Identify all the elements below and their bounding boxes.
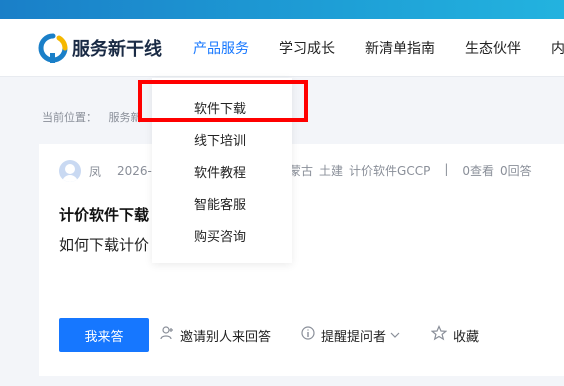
- menu-item-software-tutorial[interactable]: 软件教程: [194, 162, 246, 181]
- invite-answer-button[interactable]: 邀请别人来回答: [160, 326, 272, 345]
- tag-region[interactable]: 蒙古: [289, 162, 313, 179]
- question-body: 如何下载计价: [59, 236, 150, 254]
- highlight-box: [138, 80, 308, 122]
- breadcrumb-link-home[interactable]: 服务新: [109, 111, 142, 124]
- info-icon: [301, 326, 315, 344]
- question-card: 凤 2026-0 蒙古 土建 计价软件GCCP | 0查看 0回答 计价软件下载…: [39, 144, 564, 376]
- remind-label: 提醒提问者: [321, 329, 387, 345]
- favorite-button[interactable]: 收藏: [430, 325, 480, 345]
- avatar[interactable]: [59, 160, 81, 182]
- nav-item-learning[interactable]: 学习成长: [279, 19, 335, 77]
- nav-item-product-service[interactable]: 产品服务: [193, 19, 249, 77]
- invite-label: 邀请别人来回答: [180, 329, 272, 345]
- logo-text: 服务新干线: [72, 39, 162, 60]
- remind-asker-button[interactable]: 提醒提问者: [301, 326, 400, 345]
- meta-separator: |: [444, 162, 449, 176]
- view-count: 0查看: [462, 164, 495, 178]
- question-title: 计价软件下载: [59, 206, 150, 224]
- site-header: 服务新干线 产品服务 学习成长 新清单指南 生态伙伴 内: [0, 19, 564, 77]
- answer-count: 0回答: [500, 164, 532, 178]
- site-logo[interactable]: 服务新干线: [36, 31, 162, 65]
- nav-item-new-list-guide[interactable]: 新清单指南: [365, 19, 435, 77]
- star-icon: [430, 325, 448, 345]
- menu-item-offline-training[interactable]: 线下培训: [194, 130, 246, 149]
- question-meta: 凤 2026-0: [59, 160, 160, 182]
- tag-discipline[interactable]: 土建: [319, 162, 343, 179]
- top-banner-strip: [0, 0, 564, 19]
- favorite-label: 收藏: [453, 329, 480, 345]
- tag-software[interactable]: 计价软件GCCP: [349, 162, 430, 179]
- answer-button[interactable]: 我来答: [59, 318, 149, 352]
- logo-icon: [38, 33, 68, 63]
- menu-item-smart-support[interactable]: 智能客服: [194, 194, 246, 213]
- menu-item-purchase-consult[interactable]: 购买咨询: [194, 226, 246, 245]
- nav-item-more[interactable]: 内: [551, 19, 564, 77]
- breadcrumb: 当前位置： 服务新: [42, 109, 150, 125]
- nav-item-ecosystem-partners[interactable]: 生态伙伴: [465, 19, 521, 77]
- author-name[interactable]: 凤: [89, 163, 101, 180]
- chevron-down-icon: [390, 328, 400, 343]
- question-tags-stats: 蒙古 土建 计价软件GCCP | 0查看 0回答: [289, 162, 532, 179]
- breadcrumb-label: 当前位置：: [42, 111, 97, 124]
- user-icon: [160, 326, 174, 344]
